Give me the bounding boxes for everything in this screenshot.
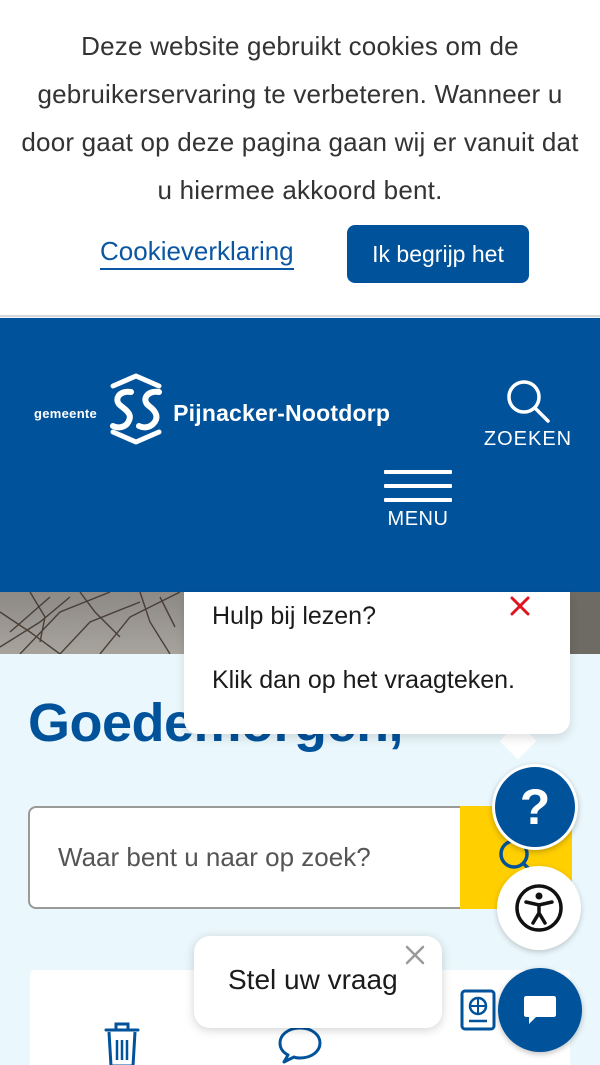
read-help-text: Klik dan op het vraagteken. xyxy=(212,666,515,694)
logo-name: Pijnacker-Nootdorp xyxy=(173,399,391,426)
site-search-input[interactable] xyxy=(30,808,460,907)
trash-icon[interactable] xyxy=(102,1020,142,1065)
chat-icon xyxy=(524,996,556,1024)
cookie-accept-button[interactable]: Ik begrijp het xyxy=(347,225,529,283)
menu-button[interactable]: MENU xyxy=(380,470,456,544)
speech-icon[interactable] xyxy=(276,1024,324,1064)
read-help-tooltip: Hulp bij lezen? Klik dan op het vraagtek… xyxy=(184,592,570,734)
accessibility-icon xyxy=(515,884,563,932)
header-search-button[interactable]: ZOEKEN xyxy=(478,378,578,456)
logo-mark-icon xyxy=(110,373,163,445)
read-help-button[interactable]: ? xyxy=(492,764,578,850)
chat-launcher-button[interactable] xyxy=(498,968,582,1052)
site-logo[interactable]: gemeente Pijnacker-Nootdorp xyxy=(34,370,390,448)
site-header: gemeente Pijnacker-Nootdorp ZOEKEN MENU xyxy=(0,318,600,592)
cookie-statement-link[interactable]: Cookieverklaring xyxy=(100,236,294,270)
accessibility-button[interactable] xyxy=(497,866,581,950)
passport-icon[interactable] xyxy=(459,988,497,1032)
site-search-field[interactable] xyxy=(28,806,460,909)
chat-prompt-bubble[interactable]: Stel uw vraag xyxy=(194,936,442,1028)
search-icon xyxy=(507,380,550,423)
cookie-message: Deze website gebruikt cookies om de gebr… xyxy=(21,31,579,205)
menu-label: MENU xyxy=(387,508,449,530)
question-icon: ? xyxy=(519,779,551,835)
search-label: ZOEKEN xyxy=(483,428,573,450)
cookie-banner: Deze website gebruikt cookies om de gebr… xyxy=(0,0,600,317)
close-icon[interactable] xyxy=(404,944,426,966)
read-help-title: Hulp bij lezen? xyxy=(212,602,376,630)
logo-prefix: gemeente xyxy=(34,405,98,421)
hamburger-icon xyxy=(384,470,452,502)
close-icon[interactable] xyxy=(506,592,534,620)
chat-prompt-text: Stel uw vraag xyxy=(228,964,398,995)
